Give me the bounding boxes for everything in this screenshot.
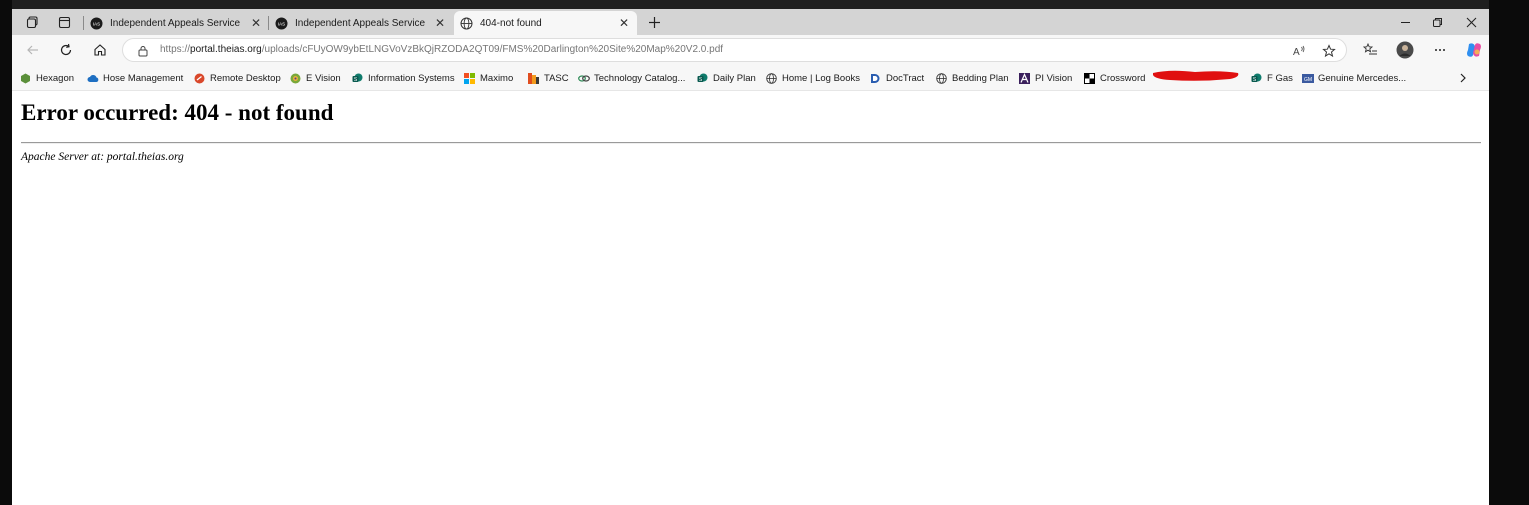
bookmark-label: Bedding Plan [952,72,1009,84]
microsoft-icon [464,72,475,84]
bookmark-label: Technology Catalog... [594,72,686,84]
address-bar[interactable]: https://portal.theias.org/uploads/cFUyOW… [122,38,1347,62]
bookmark-label: Information Systems [368,72,455,84]
bookmark-crossword[interactable]: Crossword [1084,71,1145,85]
tasc-icon [528,72,539,84]
bookmark-label: Crossword [1100,72,1146,84]
bookmark-bedding-plan[interactable]: Bedding Plan [936,71,1009,85]
bookmark-label: TASC [544,72,569,84]
bookmark-hexagon[interactable]: Hexagon [20,71,74,85]
crossword-icon [1084,72,1095,84]
tab-close-icon[interactable]: ✕ [249,16,263,30]
tab-independent-appeals-1[interactable]: IAS Independent Appeals Service ✕ [84,11,269,35]
tab-title: Independent Appeals Service [110,17,241,29]
bookmark-e-vision[interactable]: E Vision [290,71,341,85]
bookmark-label: Hexagon [36,72,75,84]
minimize-icon[interactable] [1390,12,1420,32]
lock-icon[interactable] [137,44,149,57]
more-menu-icon[interactable] [1428,39,1452,61]
svg-text:IAS: IAS [93,21,100,26]
globe-icon [460,17,473,30]
ias-favicon-icon: IAS [275,17,288,30]
bookmark-label: E Vision [306,72,341,84]
sharepoint-icon: S [697,73,708,84]
bookmark-label: Genuine Mercedes... [1318,72,1407,84]
bookmark-remote-desktop[interactable]: Remote Desktop [194,71,281,85]
cloud-icon [87,73,99,84]
bookmark-genuine-mercedes[interactable]: GM Genuine Mercedes... [1302,71,1406,85]
tab-title: Independent Appeals Service [295,17,426,29]
tab-close-icon[interactable]: ✕ [617,16,631,30]
doctract-icon [870,73,881,84]
bookmark-redacted[interactable] [1150,68,1242,82]
new-tab-icon[interactable] [642,12,666,32]
bookmark-label: F Gas [1267,72,1293,84]
hexagon-icon [20,73,31,84]
url-scheme: https:// [160,44,191,55]
bookmark-hose-management[interactable]: Hose Management [87,71,183,85]
globe-icon [766,72,777,84]
link-icon [578,73,590,84]
bookmark-label: DocTract [886,72,925,84]
bookmarks-bar: Hexagon Hose Management Remote Desktop E… [12,65,1489,91]
url-text[interactable]: https://portal.theias.org/uploads/cFUyOW… [160,44,723,55]
pi-vision-icon [1019,72,1030,84]
url-host: portal.theias.org [190,44,262,55]
left-desktop-edge [0,0,12,505]
navigation-toolbar: https://portal.theias.org/uploads/cFUyOW… [12,35,1489,65]
home-icon[interactable] [88,39,112,61]
bookmark-maximo[interactable]: Maximo [464,71,513,85]
workspaces-icon[interactable] [20,12,44,32]
ias-favicon-icon: IAS [90,17,103,30]
tab-independent-appeals-2[interactable]: IAS Independent Appeals Service ✕ [269,11,453,35]
server-address-line: Apache Server at: portal.theias.org [21,151,184,163]
sharepoint-icon: S [1251,73,1262,84]
svg-text:A: A [1293,47,1300,58]
back-arrow-icon[interactable] [21,39,45,61]
bookmark-label: Remote Desktop [210,72,281,84]
mercedes-icon: GM [1302,73,1314,84]
bookmark-home-log-books[interactable]: Home | Log Books [766,71,860,85]
error-heading: Error occurred: 404 - not found [21,100,334,125]
tab-404-not-found[interactable]: 404-not found ✕ [454,11,637,35]
horizontal-rule [21,142,1481,144]
bookmark-label: PI Vision [1035,72,1073,84]
svg-text:IAS: IAS [278,21,285,26]
browser-window: IAS Independent Appeals Service ✕ IAS In… [12,9,1489,505]
evision-icon [290,73,301,84]
bookmark-technology-catalog[interactable]: Technology Catalog... [578,71,685,85]
sharepoint-icon: S [352,73,363,84]
remote-desktop-icon [194,73,205,84]
redacted-mark [1153,70,1239,81]
bookmark-label: Daily Plan [713,72,756,84]
copilot-icon[interactable] [1462,39,1486,61]
refresh-icon[interactable] [54,39,78,61]
bookmark-f-gas[interactable]: S F Gas [1251,71,1293,85]
favorite-star-icon[interactable] [1321,43,1337,59]
bookmark-pi-vision[interactable]: PI Vision [1019,71,1072,85]
bookmark-information-systems[interactable]: S Information Systems [352,71,455,85]
globe-icon [936,72,947,84]
svg-text:GM: GM [1304,77,1312,83]
tab-title: 404-not found [480,17,542,29]
bookmark-doctract[interactable]: DocTract [870,71,924,85]
bookmarks-overflow-chevron-icon[interactable] [1458,71,1468,85]
page-content: Error occurred: 404 - not found Apache S… [12,91,1489,505]
url-path: /uploads/cFUyOW9ybEtLNGVoVzBkQjRZODA2QT0… [261,44,724,55]
bookmark-label: Maximo [480,72,514,84]
bookmark-daily-plan[interactable]: S Daily Plan [697,71,756,85]
bookmark-tasc[interactable]: TASC [528,71,569,85]
tab-strip: IAS Independent Appeals Service ✕ IAS In… [12,9,1489,35]
bookmark-label: Hose Management [103,72,184,84]
bookmark-label: Home | Log Books [782,72,860,84]
tab-actions-icon[interactable] [52,12,76,32]
right-desktop-edge [1489,0,1529,505]
restore-icon[interactable] [1422,12,1452,32]
read-aloud-icon[interactable]: A [1291,43,1307,59]
tab-close-icon[interactable]: ✕ [433,16,447,30]
close-window-icon[interactable] [1456,12,1486,32]
favorites-list-icon[interactable] [1358,39,1382,61]
profile-avatar[interactable] [1393,39,1417,61]
